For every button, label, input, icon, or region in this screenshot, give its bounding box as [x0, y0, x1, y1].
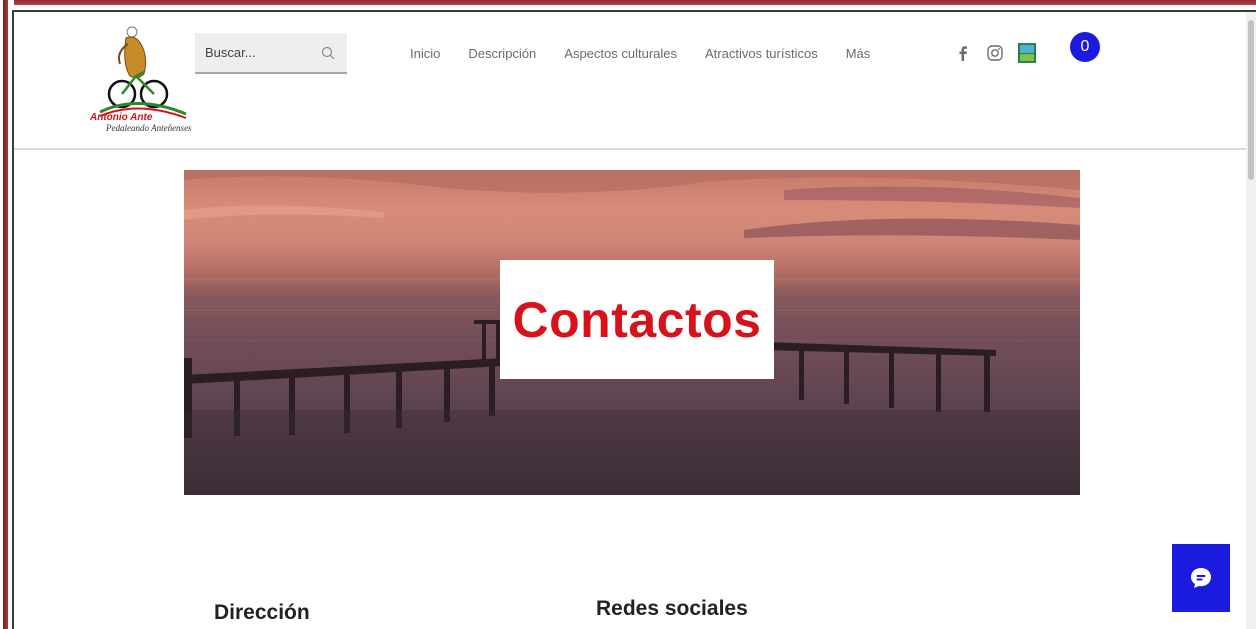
search-input[interactable]	[205, 45, 315, 60]
nav-item-inicio[interactable]: Inicio	[410, 46, 440, 61]
chat-icon	[1191, 568, 1211, 588]
search-bar[interactable]	[195, 33, 347, 74]
decorative-frame-top	[0, 0, 1256, 10]
nav-item-atractivos-turisticos[interactable]: Atractivos turísticos	[705, 46, 818, 61]
search-icon[interactable]	[321, 46, 335, 60]
logo-tagline: Pedaleando Anteñenses	[106, 123, 192, 133]
main-nav: Inicio Descripción Aspectos culturales A…	[410, 46, 898, 61]
cart-count: 0	[1080, 38, 1090, 55]
social-section-title: Redes sociales	[596, 597, 748, 620]
facebook-icon[interactable]	[954, 44, 972, 62]
social-links	[954, 43, 1036, 63]
hero-title-card: Contactos	[500, 260, 774, 379]
site-header: Antonio Ante Pedaleando Anteñenses Inici…	[14, 12, 1256, 150]
tourism-badge-icon[interactable]	[1018, 43, 1036, 63]
scrollbar-thumb[interactable]	[1248, 20, 1254, 180]
browser-viewport: Antonio Ante Pedaleando Anteñenses Inici…	[12, 10, 1256, 629]
hero-banner: Contactos	[184, 170, 1080, 495]
nav-item-aspectos-culturales[interactable]: Aspectos culturales	[564, 46, 677, 61]
page-title: Contactos	[512, 291, 762, 348]
instagram-icon[interactable]	[986, 44, 1004, 62]
page-scrollbar[interactable]	[1246, 12, 1256, 629]
nav-item-mas[interactable]: Más	[846, 46, 871, 61]
cart-button[interactable]: 0	[1070, 32, 1100, 62]
logo-brand-name: Antonio Ante	[90, 112, 153, 123]
nav-item-descripcion[interactable]: Descripción	[468, 46, 536, 61]
address-section-title: Dirección	[214, 601, 310, 624]
chat-button[interactable]	[1172, 544, 1230, 612]
